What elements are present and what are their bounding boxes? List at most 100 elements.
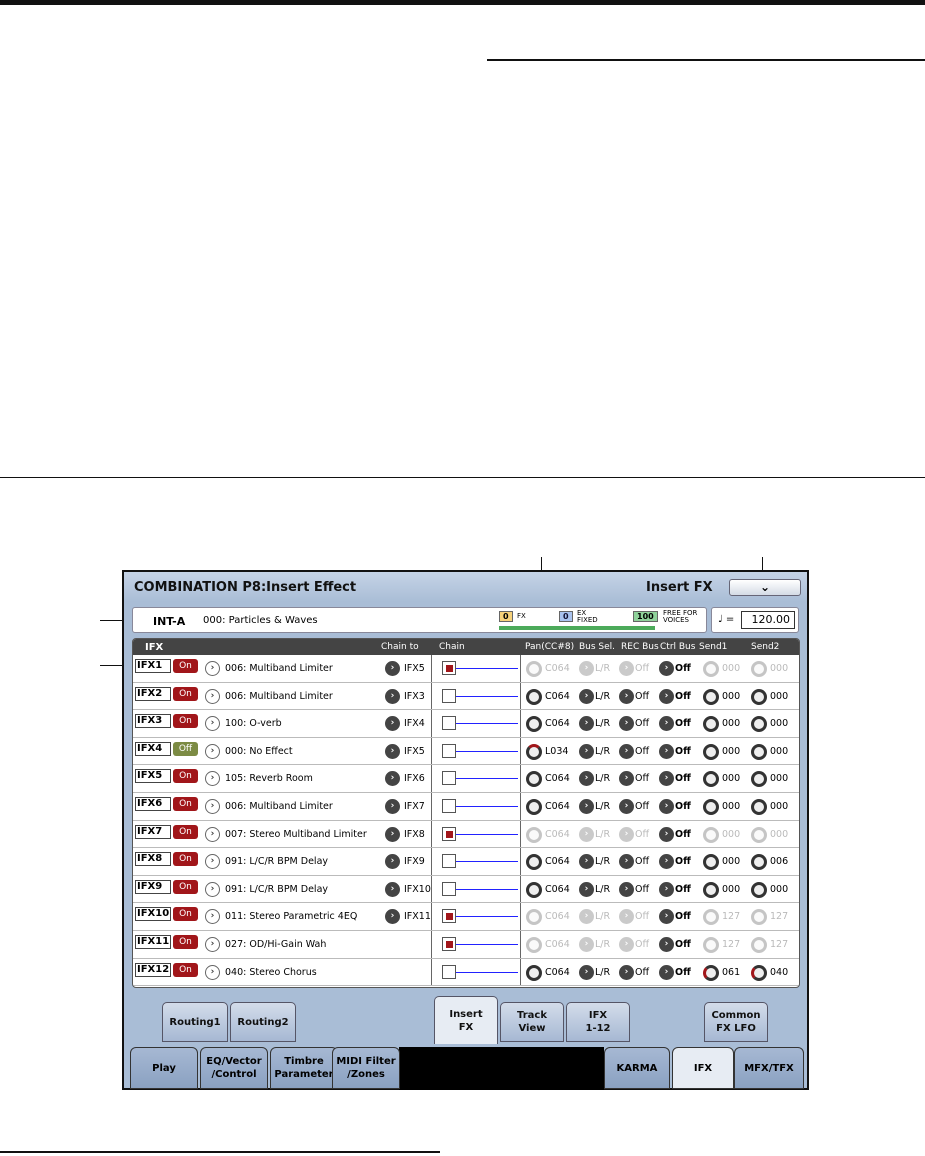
bus-select-arrow-icon[interactable]: › <box>579 799 594 814</box>
chain-to-arrow-icon[interactable]: › <box>385 909 400 925</box>
pan-knob[interactable] <box>526 799 542 815</box>
pan-knob[interactable] <box>526 688 542 705</box>
effect-name[interactable]: 006: Multiband Limiter <box>225 801 333 812</box>
bus-select-arrow-icon[interactable]: › <box>579 964 594 980</box>
send1-knob[interactable] <box>703 716 719 733</box>
chain-to-value[interactable]: IFX6 <box>404 773 425 784</box>
bus-select-arrow-icon[interactable]: › <box>579 688 594 704</box>
send2-knob[interactable] <box>751 909 767 926</box>
send1-knob[interactable] <box>703 743 719 760</box>
send1-knob[interactable] <box>703 881 719 898</box>
tab-routing1[interactable]: Routing1 <box>162 1002 228 1042</box>
effect-name[interactable]: 040: Stereo Chorus <box>225 967 317 978</box>
send2-knob[interactable] <box>751 661 767 677</box>
chain-to-value[interactable]: IFX5 <box>404 663 425 674</box>
mode-tab-play[interactable]: Play <box>130 1047 198 1089</box>
effect-select-arrow-icon[interactable]: › <box>205 771 220 787</box>
effect-name[interactable]: 006: Multiband Limiter <box>225 663 333 674</box>
chain-to-value[interactable]: IFX9 <box>404 856 425 867</box>
chain-toggle[interactable] <box>442 799 456 813</box>
send2-knob[interactable] <box>751 743 767 760</box>
chain-to-arrow-icon[interactable]: › <box>385 661 400 676</box>
effect-select-arrow-icon[interactable]: › <box>205 881 220 897</box>
effect-name[interactable]: 011: Stereo Parametric 4EQ <box>225 911 357 922</box>
effect-select-arrow-icon[interactable]: › <box>205 688 220 704</box>
bus-select-arrow-icon[interactable]: › <box>579 881 594 897</box>
on-off-button[interactable]: On <box>173 852 198 867</box>
ctrl-bus-arrow-icon[interactable]: › <box>659 716 674 732</box>
bus-select-arrow-icon[interactable]: › <box>579 771 594 787</box>
ctrl-bus-arrow-icon[interactable]: › <box>659 661 674 676</box>
bus-select-arrow-icon[interactable]: › <box>579 937 594 952</box>
chain-to-arrow-icon[interactable]: › <box>385 881 400 897</box>
on-off-button[interactable]: On <box>173 935 198 949</box>
send1-knob[interactable] <box>703 688 719 705</box>
on-off-button[interactable]: On <box>173 686 198 701</box>
effect-name[interactable]: 091: L/C/R BPM Delay <box>225 884 328 895</box>
rec-bus-arrow-icon[interactable]: › <box>619 909 634 925</box>
effect-select-arrow-icon[interactable]: › <box>205 964 220 980</box>
effect-name[interactable]: 100: O-verb <box>225 718 282 729</box>
send1-knob[interactable] <box>703 826 719 843</box>
rec-bus-arrow-icon[interactable]: › <box>619 937 634 952</box>
chain-to-arrow-icon[interactable]: › <box>385 826 400 842</box>
chain-to-value[interactable]: IFX11 <box>404 911 431 922</box>
chain-toggle[interactable] <box>442 937 456 951</box>
ctrl-bus-arrow-icon[interactable]: › <box>659 799 674 814</box>
pan-knob[interactable] <box>526 826 542 843</box>
effect-select-arrow-icon[interactable]: › <box>205 909 220 925</box>
rec-bus-arrow-icon[interactable]: › <box>619 743 634 759</box>
on-off-button[interactable]: On <box>173 714 198 729</box>
chain-to-arrow-icon[interactable]: › <box>385 854 400 870</box>
on-off-button[interactable]: On <box>173 797 198 811</box>
bus-select-arrow-icon[interactable]: › <box>579 716 594 732</box>
combination-info[interactable]: INT-A 000: Particles & Waves 0 FX 0 EX FI… <box>132 607 707 633</box>
tab-common-fx-lfo[interactable]: Common FX LFO <box>704 1002 768 1042</box>
send2-knob[interactable] <box>751 799 767 815</box>
mode-tab-mfx-tfx[interactable]: MFX/TFX <box>734 1047 804 1089</box>
pan-knob[interactable] <box>526 716 542 733</box>
send2-knob[interactable] <box>751 854 767 871</box>
on-off-button[interactable]: Off <box>173 741 198 756</box>
chain-to-arrow-icon[interactable]: › <box>385 716 400 732</box>
effect-select-arrow-icon[interactable]: › <box>205 716 220 732</box>
mode-tab-timbre-parameter[interactable]: Timbre Parameter <box>270 1047 338 1089</box>
effect-name[interactable]: 091: L/C/R BPM Delay <box>225 856 328 867</box>
bus-select-arrow-icon[interactable]: › <box>579 909 594 925</box>
chain-toggle[interactable] <box>442 881 456 896</box>
send2-knob[interactable] <box>751 937 767 953</box>
rec-bus-arrow-icon[interactable]: › <box>619 771 634 787</box>
ctrl-bus-arrow-icon[interactable]: › <box>659 937 674 952</box>
chain-toggle[interactable] <box>442 909 456 924</box>
pan-knob[interactable] <box>526 909 542 926</box>
chain-to-arrow-icon[interactable]: › <box>385 743 400 759</box>
chain-toggle[interactable] <box>442 661 456 675</box>
send1-knob[interactable] <box>703 937 719 953</box>
send1-knob[interactable] <box>703 661 719 677</box>
send1-knob[interactable] <box>703 909 719 926</box>
ctrl-bus-arrow-icon[interactable]: › <box>659 964 674 980</box>
bus-select-arrow-icon[interactable]: › <box>579 743 594 759</box>
rec-bus-arrow-icon[interactable]: › <box>619 688 634 704</box>
effect-select-arrow-icon[interactable]: › <box>205 826 220 842</box>
chain-to-value[interactable]: IFX8 <box>404 829 425 840</box>
chain-to-arrow-icon[interactable]: › <box>385 799 400 814</box>
tab-insert-fx[interactable]: Insert FX <box>434 996 498 1044</box>
rec-bus-arrow-icon[interactable]: › <box>619 881 634 897</box>
mode-tab-midi-filter-zones[interactable]: MIDI Filter/Zones <box>332 1047 400 1089</box>
effect-name[interactable]: 027: OD/Hi-Gain Wah <box>225 939 326 950</box>
mode-tab-eq-vector-control[interactable]: EQ/Vector/Control <box>200 1047 268 1089</box>
chain-to-arrow-icon[interactable]: › <box>385 688 400 704</box>
chain-to-value[interactable]: IFX5 <box>404 746 425 757</box>
rec-bus-arrow-icon[interactable]: › <box>619 964 634 980</box>
send2-knob[interactable] <box>751 771 767 788</box>
bus-select-arrow-icon[interactable]: › <box>579 661 594 676</box>
chain-toggle[interactable] <box>442 771 456 786</box>
send2-knob[interactable] <box>751 688 767 705</box>
ctrl-bus-arrow-icon[interactable]: › <box>659 743 674 759</box>
chain-to-value[interactable]: IFX7 <box>404 801 425 812</box>
pan-knob[interactable] <box>526 661 542 677</box>
ctrl-bus-arrow-icon[interactable]: › <box>659 688 674 704</box>
rec-bus-arrow-icon[interactable]: › <box>619 799 634 814</box>
chain-to-value[interactable]: IFX10 <box>404 884 431 895</box>
